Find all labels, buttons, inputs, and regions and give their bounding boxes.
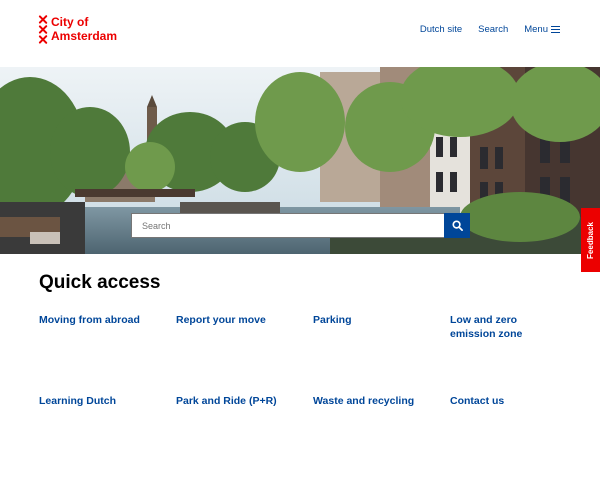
- quick-link-contact-us[interactable]: Contact us: [450, 394, 570, 408]
- quick-link-park-and-ride[interactable]: Park and Ride (P+R): [176, 394, 296, 408]
- feedback-label: Feedback: [586, 221, 595, 259]
- quick-link-moving-from-abroad[interactable]: Moving from abroad: [39, 313, 159, 327]
- menu-label: Menu: [524, 24, 548, 35]
- quick-link-low-emission-zone[interactable]: Low and zero emission zone: [450, 313, 550, 341]
- quick-link-learning-dutch[interactable]: Learning Dutch: [39, 394, 159, 408]
- top-navigation: Dutch site Search Menu: [404, 24, 560, 35]
- search-icon: [451, 220, 463, 231]
- search-input[interactable]: [131, 213, 444, 238]
- search-submit-button[interactable]: [444, 213, 470, 238]
- logo-line-1: City of: [51, 15, 89, 29]
- search-link[interactable]: Search: [478, 24, 508, 35]
- logo-line-2: Amsterdam: [51, 29, 118, 43]
- city-logo[interactable]: City of Amsterdam: [38, 15, 117, 45]
- menu-button[interactable]: Menu: [524, 24, 560, 35]
- dutch-site-link[interactable]: Dutch site: [420, 24, 462, 35]
- andreas-cross-icon: [38, 15, 48, 45]
- hamburger-icon: [551, 24, 560, 35]
- site-header: City of Amsterdam Dutch site Search Menu: [0, 0, 600, 67]
- quick-link-waste-and-recycling[interactable]: Waste and recycling: [313, 394, 433, 408]
- quick-access-title: Quick access: [39, 272, 161, 293]
- quick-link-report-your-move[interactable]: Report your move: [176, 313, 296, 327]
- hero-search: [131, 213, 470, 238]
- quick-link-parking[interactable]: Parking: [313, 313, 433, 327]
- feedback-tab[interactable]: Feedback: [581, 208, 600, 272]
